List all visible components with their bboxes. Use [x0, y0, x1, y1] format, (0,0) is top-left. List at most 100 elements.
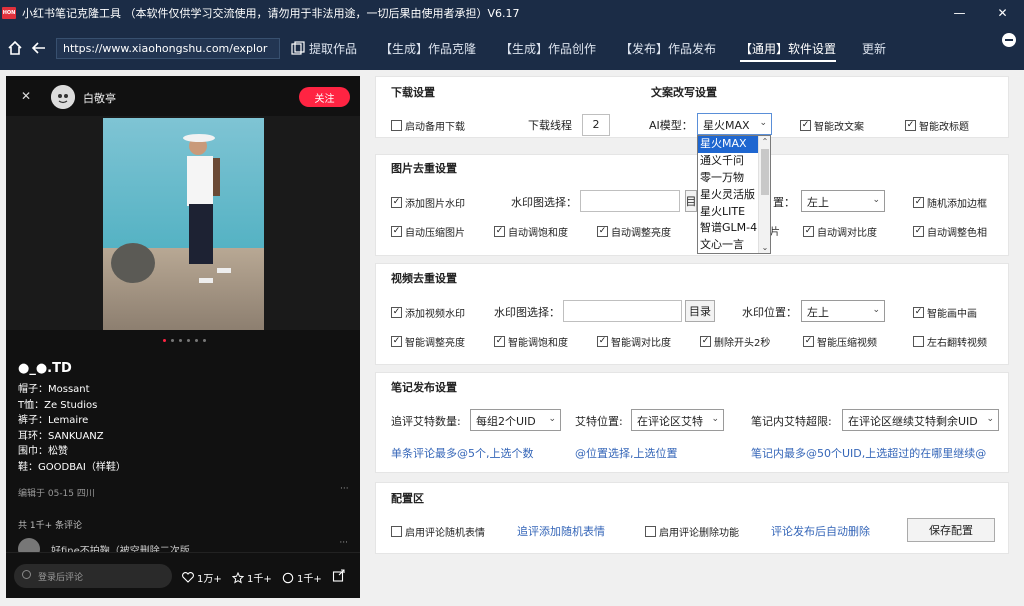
flip-checkbox[interactable]: 左右翻转视频: [913, 334, 987, 349]
dropdown-option[interactable]: 文心一言: [698, 237, 758, 254]
close-button[interactable]: ✕: [981, 0, 1024, 26]
comment-input[interactable]: 登录后评论: [14, 564, 172, 588]
tab-clone[interactable]: 【生成】作品克隆: [380, 40, 476, 57]
overflow-select[interactable]: 在评论区继续艾特剩余UID ⌄: [842, 409, 999, 431]
delete-comment-checkbox[interactable]: 启用评论删除功能: [645, 524, 739, 539]
scroll-up-icon[interactable]: ⌃: [760, 137, 770, 146]
video-wm-path[interactable]: [563, 300, 682, 322]
note-photo: [103, 118, 264, 330]
tab-create[interactable]: 【生成】作品创作: [500, 40, 596, 57]
note-preview-panel: ✕ 白敬亭 关注 ●_●.TD 帽子：Mossant T恤：Ze Studios…: [6, 76, 360, 598]
mention-pos-select[interactable]: 在评论区艾特 ⌄: [631, 409, 724, 431]
hint-overflow: 笔记内最多@50个UID,上选超过的在哪里继续@: [751, 447, 987, 460]
back-arrow-icon[interactable]: [30, 39, 48, 57]
home-icon[interactable]: [6, 39, 24, 57]
like-count: 1万+: [197, 574, 222, 585]
image-group: 图片去重设置 ✓ 添加图片水印 水印图选择： 目 置： 左上 ⌄ ✓ 随机添加边框 ✓…: [375, 154, 1009, 256]
dropdown-option[interactable]: 星火MAX: [698, 136, 758, 153]
comment-button[interactable]: 1千+: [282, 570, 322, 585]
video-saturation-checkbox[interactable]: ✓ 智能调饱和度: [494, 334, 568, 349]
note-line: T恤：Ze Studios: [18, 399, 98, 411]
video-compress-checkbox[interactable]: ✓ 智能压缩视频: [803, 334, 877, 349]
video-dir-button[interactable]: 目录: [685, 300, 715, 322]
author-name: 白敬亭: [83, 92, 116, 105]
image-watermark-checkbox[interactable]: ✓ 添加图片水印: [391, 195, 465, 210]
image-wm-path[interactable]: [580, 190, 680, 212]
like-button[interactable]: 1万+: [182, 570, 222, 585]
dropdown-option[interactable]: 通义千问: [698, 153, 758, 170]
heart-icon: [182, 572, 194, 583]
close-icon[interactable]: ✕: [21, 89, 31, 103]
dropdown-option[interactable]: 星火灵活版: [698, 187, 758, 204]
comment-count: 共 1千+ 条评论: [18, 521, 82, 531]
share-icon[interactable]: [332, 569, 345, 585]
video-title: 视频去重设置: [391, 272, 457, 285]
dropdown-scrollbar[interactable]: ⌃ ⌄: [758, 136, 770, 253]
note-image-area: [6, 116, 360, 330]
dropdown-option[interactable]: 零一万物: [698, 170, 758, 187]
image-dir-button[interactable]: 目: [685, 190, 697, 212]
star-icon: [232, 571, 244, 584]
more-icon[interactable]: ···: [340, 484, 349, 494]
carousel-dots: [163, 339, 206, 342]
random-emoji-checkbox[interactable]: 启用评论随机表情: [391, 524, 485, 539]
auto-hue-checkbox[interactable]: ✓ 自动调整色相: [913, 224, 987, 239]
note-line: 帽子：Mossant: [18, 384, 90, 395]
random-border-checkbox[interactable]: ✓ 随机添加边框: [913, 195, 987, 210]
app-logo: HON: [2, 7, 16, 19]
dropdown-option[interactable]: 智谱GLM-4: [698, 220, 758, 237]
tab-settings[interactable]: 【通用】软件设置: [740, 40, 837, 62]
comment-icon: [282, 572, 294, 583]
scroll-down-icon[interactable]: ⌄: [760, 243, 770, 252]
ai-model-label: AI模型：: [649, 119, 693, 132]
threads-input[interactable]: 2: [582, 114, 610, 136]
collapse-icon[interactable]: [1002, 33, 1016, 47]
smart-rewrite-checkbox[interactable]: ✓ 智能改文案: [800, 118, 864, 133]
dropdown-option[interactable]: 星火LITE: [698, 204, 758, 221]
comment-more-icon[interactable]: ···: [339, 538, 348, 548]
save-config-button[interactable]: 保存配置: [907, 518, 995, 542]
comment-preview-row: 好fine不拍鞠（被空删除二次版 ···: [18, 538, 348, 552]
note-line: 围巾：松赞: [18, 446, 68, 457]
video-pos-label: 水印位置：: [742, 306, 797, 319]
auto-contrast-checkbox[interactable]: ✓ 自动调对比度: [803, 224, 877, 239]
backup-download-checkbox[interactable]: 启动备用下载: [391, 118, 465, 133]
smart-title-checkbox[interactable]: ✓ 智能改标题: [905, 118, 969, 133]
pip-checkbox[interactable]: ✓ 智能画中画: [913, 305, 977, 320]
extract-icon: [289, 39, 307, 57]
auto-compress-checkbox[interactable]: ✓ 自动压缩图片: [391, 224, 465, 239]
edit-info: 编辑于 05-15 四川: [18, 489, 95, 499]
comment-preview: 好fine不拍鞠（被空删除二次版: [51, 546, 190, 552]
config-group: 配置区 启用评论随机表情 追评添加随机表情 启用评论删除功能 评论发布后自动删除…: [375, 482, 1009, 554]
publish-title: 笔记发布设置: [391, 381, 457, 394]
ai-model-dropdown[interactable]: 星火MAX 通义千问 零一万物 星火灵活版 星火LITE 智谱GLM-4 文心一…: [697, 135, 771, 254]
image-pos-label: 置：: [773, 196, 795, 209]
hint-mention-pos: @位置选择,上选位置: [575, 447, 678, 460]
delete-comment-hint: 评论发布后自动删除: [771, 525, 870, 538]
tab-update[interactable]: 更新: [862, 40, 886, 57]
mention-count-select[interactable]: 每组2个UID ⌄: [470, 409, 561, 431]
trim-head-checkbox[interactable]: ✓ 删除开头2秒: [700, 334, 770, 349]
avatar: [51, 85, 75, 109]
star-button[interactable]: 1千+: [232, 570, 272, 585]
video-contrast-checkbox[interactable]: ✓ 智能调对比度: [597, 334, 671, 349]
video-brightness-checkbox[interactable]: ✓ 智能调整亮度: [391, 334, 465, 349]
scroll-thumb[interactable]: [761, 149, 769, 195]
auto-saturation-checkbox[interactable]: ✓ 自动调饱和度: [494, 224, 568, 239]
url-input[interactable]: https://www.xiaohongshu.com/explor: [56, 38, 280, 59]
ai-model-select[interactable]: 星火MAX ⌄: [697, 113, 772, 135]
hint-mention-count: 单条评论最多@5个,上选个数: [391, 447, 534, 460]
chevron-down-icon: ⌄: [548, 414, 556, 424]
follow-button[interactable]: 关注: [299, 87, 350, 107]
video-watermark-checkbox[interactable]: ✓ 添加视频水印: [391, 305, 465, 320]
tab-publish[interactable]: 【发布】作品发布: [620, 40, 716, 57]
minimize-button[interactable]: —: [938, 0, 981, 26]
commenter-avatar: [18, 538, 40, 552]
comment-total: 1千+: [297, 574, 322, 585]
title-bar: HON 小红书笔记克隆工具 （本软件仅供学习交流使用，请勿用于非法用途，一切后果…: [0, 0, 1024, 26]
video-wm-label: 水印图选择：: [494, 306, 560, 319]
video-pos-select[interactable]: 左上 ⌄: [801, 300, 885, 322]
auto-brightness-checkbox[interactable]: ✓ 自动调整亮度: [597, 224, 671, 239]
tab-extract[interactable]: 提取作品: [309, 40, 357, 57]
image-pos-select[interactable]: 左上 ⌄: [801, 190, 885, 212]
